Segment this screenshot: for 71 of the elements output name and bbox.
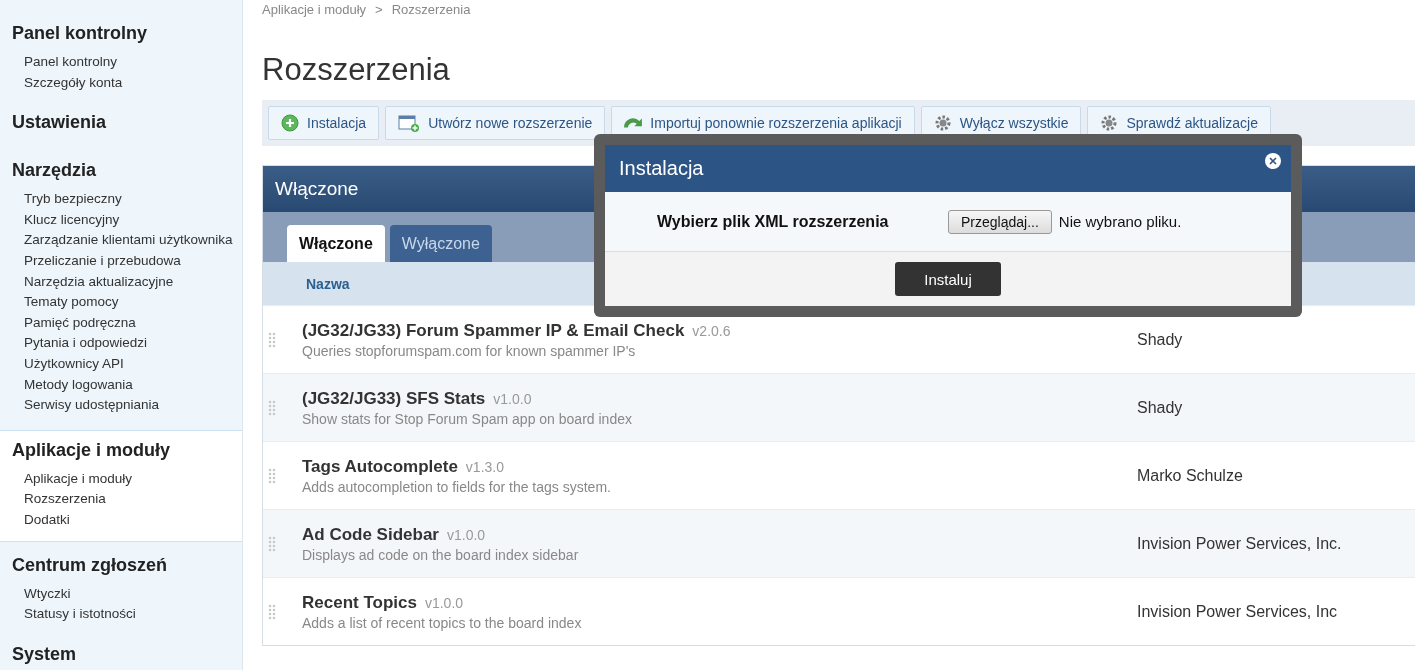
sidebar-heading[interactable]: System [12,643,77,665]
close-button[interactable] [1265,153,1281,169]
extension-author: Shady [1137,398,1183,417]
browse-button[interactable]: Przeglądaj... [948,209,1052,234]
extension-author: Shady [1137,330,1183,349]
sidebar-link[interactable]: Aplikacje i moduły [24,468,133,490]
sidebar-link[interactable]: Metody logowania [24,374,133,396]
sidebar-link[interactable]: Wtyczki [24,583,71,605]
refresh-icon [624,116,643,130]
sidebar-link[interactable]: Szczegóły konta [24,72,123,94]
sidebar-link[interactable]: Pytania i odpowiedzi [24,333,148,354]
sidebar-link[interactable]: Użytkownicy API [24,353,124,375]
install-button[interactable]: Instaluj [895,262,1001,296]
drag-handle-icon[interactable] [268,535,276,552]
extension-description: Displays ad code on the board index sidebar [302,546,580,563]
drag-handle-icon[interactable] [268,399,276,416]
sidebar-link[interactable]: Dodatki [24,509,70,531]
extension-name: Recent Topics [302,592,417,613]
dialog-title: Instalacja [619,157,704,180]
sidebar-heading[interactable]: Ustawienia [12,112,107,134]
gear-icon [933,114,952,132]
breadcrumb-link[interactable]: Rozszerzenia [391,2,471,22]
extension-name: Tags Autocomplete [302,456,458,477]
file-status: Nie wybrano pliku. [1058,213,1182,230]
sidebar-link[interactable]: Pamięć podręczna [24,312,136,334]
extension-name: (JG32/JG33) Forum Spammer IP & Email Check [302,320,685,341]
drag-handle-icon[interactable] [268,467,276,484]
field-label: Wybierz plik XML rozszerzenia [657,212,890,231]
extension-version: v1.0.0 [446,526,486,543]
sidebar-link[interactable]: Narzędzia aktualizacyjne [24,271,174,293]
extension-description: Adds autocompletion to fields for the tags system. [302,478,612,495]
sidebar-link[interactable]: Przeliczanie i przebudowa [24,250,181,272]
extension-version: v1.3.0 [465,458,504,475]
plus-icon [281,114,299,132]
tab[interactable]: Wyłączone [389,225,492,262]
sidebar-heading[interactable]: Narzędzia [12,160,97,182]
extension-description: Adds a list of recent topics to the board index [302,614,583,631]
extension-description: Show stats for Stop Forum Spam app on board index [302,410,633,427]
panel-title: Włączone [275,178,359,200]
extension-description: Queries stopforumspam.com for known spammer IP's [302,342,637,359]
extension-author: Invision Power Services, Inc [1137,602,1338,621]
tab[interactable]: Włączone [287,225,385,262]
extension-name: Ad Code Sidebar [302,524,439,545]
sidebar-link[interactable]: Tryb bezpieczny [24,189,122,210]
gear-icon [1100,114,1119,132]
sidebar-link[interactable]: Zarządzanie klientami użytkownika [24,230,233,251]
column-title: Nazwa [306,275,350,292]
extension-version: v1.0.0 [493,390,532,407]
sidebar-link[interactable]: Serwisy udostępniania [24,395,160,416]
sidebar-link[interactable]: Statusy i istotności [24,604,136,625]
sidebar-heading[interactable]: Aplikacje i moduły [12,439,171,461]
sidebar-link[interactable]: Panel kontrolny [24,52,118,73]
sidebar-link[interactable]: Klucz licencyjny [24,209,120,231]
sidebar-link[interactable]: Tematy pomocy [24,292,119,313]
extension-author: Marko Schulze [1137,466,1243,485]
toolbar-button[interactable]: Instalacja [268,106,380,140]
page-title: Rozszerzenia [262,52,451,88]
extension-author: Invision Power Services, Inc. [1137,534,1342,553]
extension-version: v2.0.6 [692,322,731,339]
close-icon [1269,157,1277,165]
sidebar-link[interactable]: Rozszerzenia [24,489,106,510]
breadcrumb-separator: > [375,2,383,19]
drag-handle-icon[interactable] [268,331,276,348]
sidebar-heading[interactable]: Panel kontrolny [12,23,148,44]
breadcrumb-link[interactable]: Aplikacje i moduły [262,2,367,22]
toolbar-button[interactable]: Utwórz nowe rozszerzenie [385,106,606,140]
extension-name: (JG32/JG33) SFS Stats [302,388,486,409]
window-add-icon [398,114,421,132]
drag-handle-icon[interactable] [268,603,276,620]
sidebar-heading[interactable]: Centrum zgłoszeń [12,554,167,576]
extension-version: v1.0.0 [424,594,464,611]
